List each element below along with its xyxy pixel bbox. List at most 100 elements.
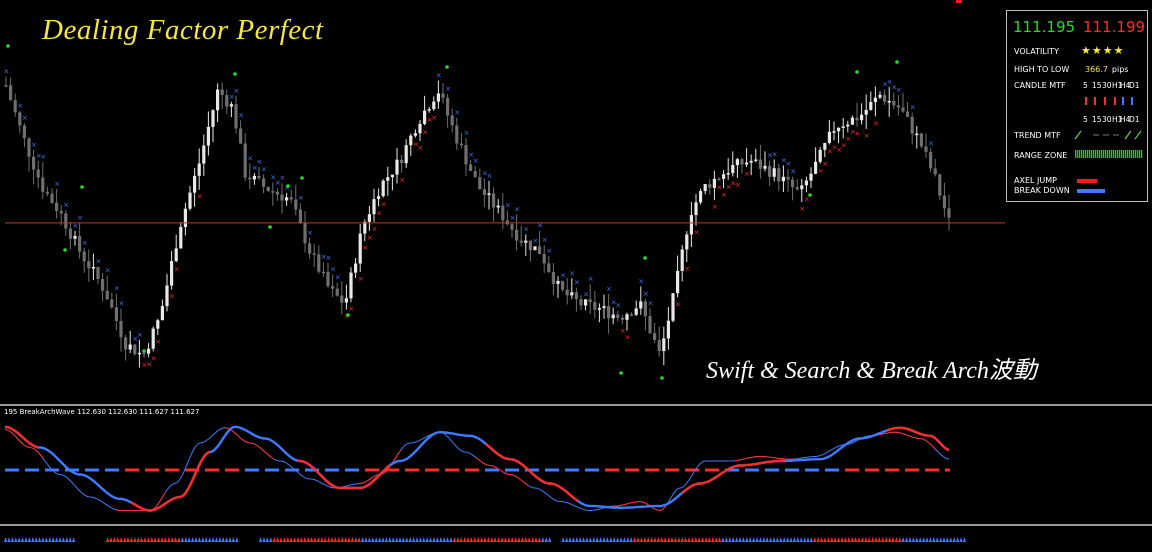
up-marker: × — [799, 205, 805, 213]
up-marker: × — [845, 135, 851, 143]
candle-body — [749, 160, 753, 163]
candle-body — [285, 197, 289, 201]
signal-tick — [857, 537, 861, 542]
candle-body — [229, 104, 233, 107]
range-zone-tick — [1105, 150, 1107, 158]
candle-body — [377, 196, 381, 200]
candle-body — [685, 234, 689, 250]
signal-tick — [816, 537, 820, 542]
signal-tick — [269, 537, 273, 542]
up-marker: × — [822, 160, 828, 168]
range-zone-tick — [1089, 150, 1091, 158]
up-marker: × — [169, 293, 175, 301]
signal-markers: ××××××××××××××××××××××××××××××××××××××××… — [4, 44, 934, 380]
down-marker: × — [648, 300, 654, 308]
candle-body — [800, 185, 804, 190]
down-marker: × — [22, 114, 28, 122]
price-chart[interactable]: ××××××××××××××××××××××××××××××××××××××××… — [0, 0, 1152, 552]
candle-body — [257, 175, 261, 179]
signal-tick — [687, 537, 691, 542]
signal-tick — [310, 537, 314, 542]
signal-tick — [565, 537, 569, 542]
candle-body — [570, 292, 574, 296]
range-zone-tick — [1099, 150, 1101, 158]
signal-tick — [738, 537, 742, 542]
candle-body — [197, 163, 201, 176]
candle-body — [781, 176, 785, 182]
down-marker: × — [82, 239, 88, 247]
candle-body — [772, 168, 776, 177]
candle-body — [657, 340, 661, 352]
signal-tick — [14, 537, 18, 542]
signal-tick — [714, 537, 718, 542]
down-marker: × — [63, 201, 69, 209]
signal-tick — [439, 537, 443, 542]
candle-body — [455, 125, 459, 144]
signal-tick — [592, 537, 596, 542]
candle-body — [547, 263, 551, 273]
candle-body — [133, 344, 137, 355]
signal-tick — [194, 537, 198, 542]
down-marker: × — [615, 302, 621, 310]
down-marker: × — [247, 154, 253, 162]
candle-body — [174, 248, 178, 262]
signal-tick — [609, 537, 613, 542]
signal-tick — [435, 537, 439, 542]
signal-tick — [959, 537, 963, 542]
indicator-divider[interactable] — [0, 404, 1152, 406]
signal-tick — [452, 537, 456, 542]
signal-tick — [422, 537, 426, 542]
candle-body — [211, 110, 215, 127]
signal-tick — [401, 537, 405, 542]
signal-tick — [31, 537, 35, 542]
candle-body — [404, 145, 408, 164]
signal-tick — [327, 537, 331, 542]
down-marker: × — [643, 290, 649, 298]
chart-subtitle: Swift & Search & Break Arch波動 — [706, 358, 1037, 384]
signal-tick — [935, 537, 939, 542]
down-marker: × — [330, 265, 336, 273]
candle-body — [717, 178, 721, 181]
signal-tick — [367, 537, 371, 542]
signal-tick — [167, 537, 171, 542]
up-marker: × — [399, 176, 405, 184]
candle-body — [441, 93, 445, 98]
signal-tick — [340, 537, 344, 542]
candle-body — [745, 162, 749, 165]
signal-tick — [782, 537, 786, 542]
down-marker: × — [464, 129, 470, 137]
down-marker: × — [445, 85, 451, 93]
up-marker: × — [362, 244, 368, 252]
signal-tick — [163, 537, 167, 542]
signal-tick — [925, 537, 929, 542]
candle-body — [482, 189, 486, 195]
signal-tick — [656, 537, 660, 542]
signal-tick — [129, 537, 133, 542]
signal-tick — [361, 537, 365, 542]
down-marker: × — [473, 157, 479, 165]
candle-body — [630, 314, 634, 316]
signal-tick — [480, 537, 484, 542]
candle-body — [45, 191, 49, 194]
signal-tick — [779, 537, 783, 542]
pivot-dot — [808, 193, 812, 197]
candle-body — [381, 180, 385, 197]
candle-body — [722, 174, 726, 179]
signal-tick — [537, 537, 541, 542]
high-low-number: 366.7 — [1085, 65, 1108, 74]
signal-tick — [527, 537, 531, 542]
signal-tick — [218, 537, 222, 542]
up-marker: × — [155, 338, 161, 346]
bottom-divider[interactable] — [0, 524, 1152, 526]
signal-tick — [939, 537, 943, 542]
signal-tick — [520, 537, 524, 542]
candle-body — [262, 178, 266, 187]
pivot-dot — [619, 371, 623, 375]
candle-body — [119, 321, 123, 338]
signal-tick — [534, 537, 538, 542]
range-zone-tick — [1097, 150, 1099, 158]
candle-body — [763, 165, 767, 169]
signal-tick — [469, 537, 473, 542]
signal-tick — [833, 537, 837, 542]
signal-tick — [711, 537, 715, 542]
